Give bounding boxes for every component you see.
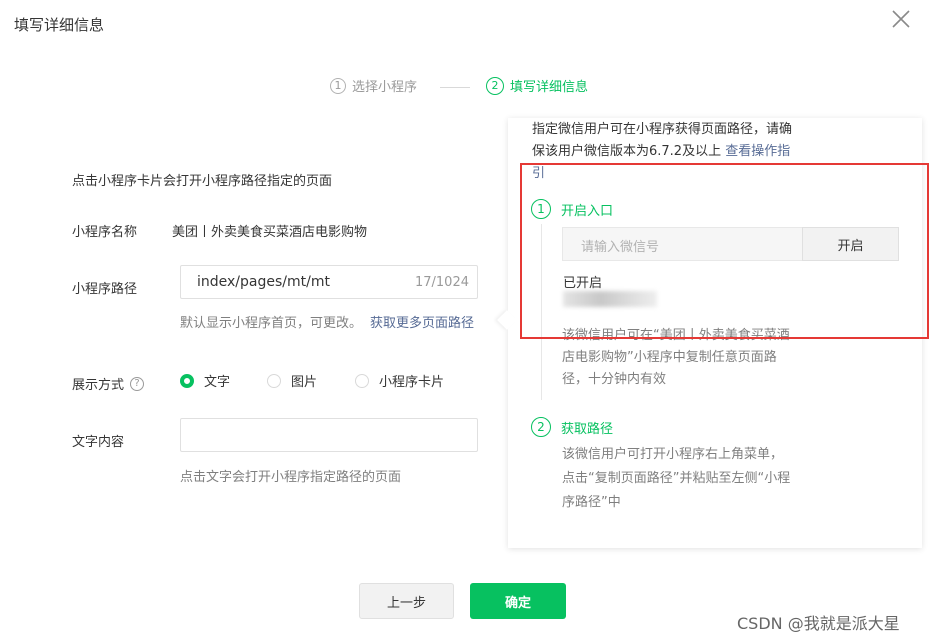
path-input-value: index/pages/mt/mt [197,274,330,290]
watermark: CSDN @我就是派大星 [737,614,900,633]
path-hint: 默认显示小程序首页，可更改。 获取更多页面路径 [180,312,474,331]
previous-step-button[interactable]: 上一步 [359,583,454,619]
dialog-title: 填写详细信息 [14,16,105,34]
path-char-count: 17/1024 [414,275,469,290]
step-number: 2 [531,417,551,437]
radio-text[interactable]: 文字 [180,371,230,390]
step-number: 2 [486,76,504,95]
step-number: 1 [330,77,346,94]
radio-miniprogram-card[interactable]: 小程序卡片 [355,371,444,390]
radio-label: 图片 [291,375,318,390]
step-label: 选择小程序 [352,80,418,95]
step-label: 填写详细信息 [510,80,589,95]
panel-step-title: 获取路径 [561,421,614,437]
step-select-miniprogram: 1 选择小程序 [330,76,417,95]
panel-step2-description: 该微信用户可打开小程序右上角菜单，点击“复制页面路径”并粘贴至左侧“小程序路径”… [562,447,791,510]
radio-unchecked-icon [355,373,369,388]
step-divider [440,87,470,88]
red-highlight-box [520,163,929,339]
text-content-input[interactable] [180,418,478,452]
confirm-button[interactable]: 确定 [470,583,566,619]
panel-step-get-path: 2 获取路径 [531,417,613,437]
path-hint-text: 默认显示小程序首页，可更改。 [180,316,363,331]
display-mode-text: 展示方式 [72,378,125,393]
display-mode-label: 展示方式 ? [72,374,145,393]
miniprogram-name-label: 小程序名称 [72,225,138,240]
radio-label: 小程序卡片 [379,375,445,390]
miniprogram-name-value: 美团丨外卖美食买菜酒店电影购物 [172,225,368,240]
step-fill-details: 2 填写详细信息 [486,76,588,95]
radio-checked-icon [180,373,194,388]
close-icon[interactable] [889,7,913,31]
miniprogram-path-label: 小程序路径 [72,282,138,297]
help-icon[interactable]: ? [130,376,145,391]
text-content-hint: 点击文字会打开小程序指定路径的页面 [180,470,402,485]
radio-unchecked-icon [267,373,281,388]
radio-label: 文字 [204,375,231,390]
form-description: 点击小程序卡片会打开小程序路径指定的页面 [72,174,333,189]
miniprogram-path-input[interactable]: index/pages/mt/mt 17/1024 [180,265,478,299]
text-content-label: 文字内容 [72,435,125,450]
get-more-paths-link[interactable]: 获取更多页面路径 [370,316,474,331]
radio-image[interactable]: 图片 [267,371,317,390]
